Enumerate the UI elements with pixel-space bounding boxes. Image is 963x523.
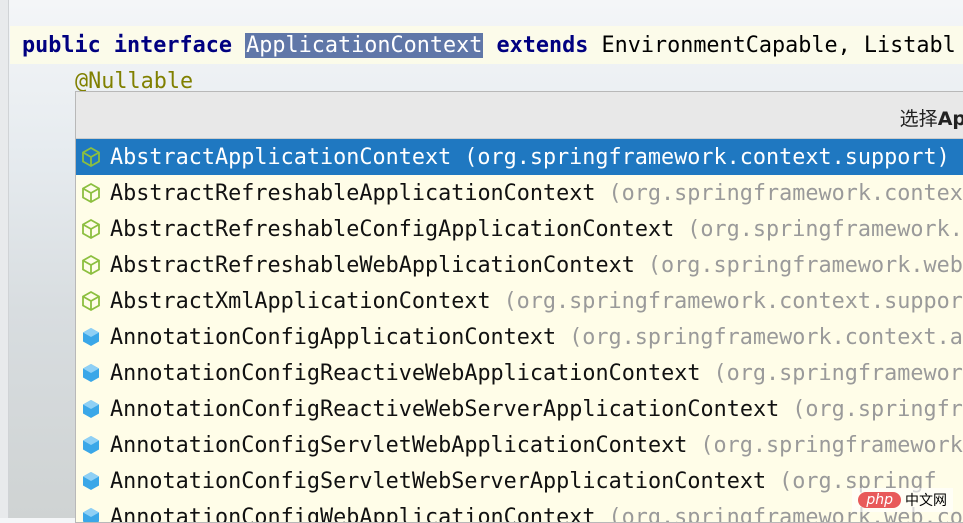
class-name: AbstractRefreshableConfigApplicationCont… (110, 217, 674, 242)
selected-identifier[interactable]: ApplicationContext (245, 33, 483, 58)
package-name: (org.springframewor (714, 361, 963, 386)
abstract-class-icon (80, 146, 102, 168)
package-name: (org.springframework (700, 433, 962, 458)
list-item[interactable]: AnnotationConfigServletWebApplicationCon… (76, 427, 963, 463)
class-icon (80, 506, 102, 523)
package-name: (org.springframework.contex (609, 181, 963, 206)
class-icon (80, 398, 102, 420)
list-item[interactable]: AnnotationConfigReactiveWebServerApplica… (76, 391, 963, 427)
watermark-php: php (858, 492, 901, 508)
watermark: php中文网 (852, 488, 953, 512)
package-name: (org.springframework.context.support) (464, 145, 950, 170)
editor-gutter (0, 0, 9, 518)
list-item[interactable]: AbstractRefreshableWebApplicationContext… (76, 247, 963, 283)
class-icon (80, 434, 102, 456)
watermark-site: 中文网 (905, 490, 947, 510)
code-line-declaration[interactable]: public interface ApplicationContext exte… (22, 33, 956, 59)
class-name: AbstractApplicationContext (110, 145, 451, 170)
class-name: AbstractRefreshableApplicationContext (110, 181, 596, 206)
class-name: AnnotationConfigServletWebApplicationCon… (110, 433, 687, 458)
package-name: (org.springframework.context.a (569, 325, 963, 350)
list-item[interactable]: AbstractApplicationContext (org.springfra… (76, 139, 963, 175)
class-name: AnnotationConfigReactiveWebApplicationCo… (110, 361, 701, 386)
class-name: AbstractXmlApplicationContext (110, 289, 491, 314)
popup-title-bold: Ap (938, 108, 963, 130)
class-icon (80, 470, 102, 492)
class-name: AnnotationConfigServletWebServerApplicat… (110, 469, 766, 494)
abstract-class-icon (80, 290, 102, 312)
code-rest: EnvironmentCapable, Listabl (601, 33, 955, 58)
abstract-class-icon (80, 182, 102, 204)
package-name: (org.springframework.context.suppor (504, 289, 963, 314)
popup-title: 选择Ap (900, 104, 963, 131)
class-icon (80, 362, 102, 384)
keyword-interface: interface (114, 33, 232, 58)
list-item[interactable]: AbstractRefreshableConfigApplicationCont… (76, 211, 963, 247)
implementation-list: AbstractApplicationContext (org.springfra… (76, 139, 963, 523)
keyword-public: public (22, 33, 101, 58)
list-item[interactable]: AnnotationConfigServletWebServerApplicat… (76, 463, 963, 499)
popup-title-prefix: 选择 (900, 108, 938, 130)
list-item[interactable]: AnnotationConfigReactiveWebApplicationCo… (76, 355, 963, 391)
abstract-class-icon (80, 218, 102, 240)
keyword-extends: extends (496, 33, 588, 58)
package-name: (org.springfr (792, 397, 963, 422)
list-item[interactable]: AbstractRefreshableApplicationContext (or… (76, 175, 963, 211)
list-item[interactable]: AnnotationConfigApplicationContext (org.s… (76, 319, 963, 355)
class-name: AnnotationConfigReactiveWebServerApplica… (110, 397, 779, 422)
class-name: AnnotationConfigApplicationContext (110, 325, 556, 350)
list-item[interactable]: AnnotationConfigWebApplicationContext(or… (76, 499, 963, 523)
choose-implementation-popup: 选择Ap AbstractApplicationContext (org.spri… (75, 91, 963, 523)
class-icon (80, 326, 102, 348)
popup-header: 选择Ap (76, 92, 963, 139)
class-name: AbstractRefreshableWebApplicationContext (110, 253, 635, 278)
package-name: (org.springframework.web (648, 253, 963, 278)
class-name: AnnotationConfigWebApplicationContext (110, 505, 596, 523)
list-item[interactable]: AbstractXmlApplicationContext (org.spring… (76, 283, 963, 319)
abstract-class-icon (80, 254, 102, 276)
package-name: (org.springframework. (687, 217, 963, 242)
